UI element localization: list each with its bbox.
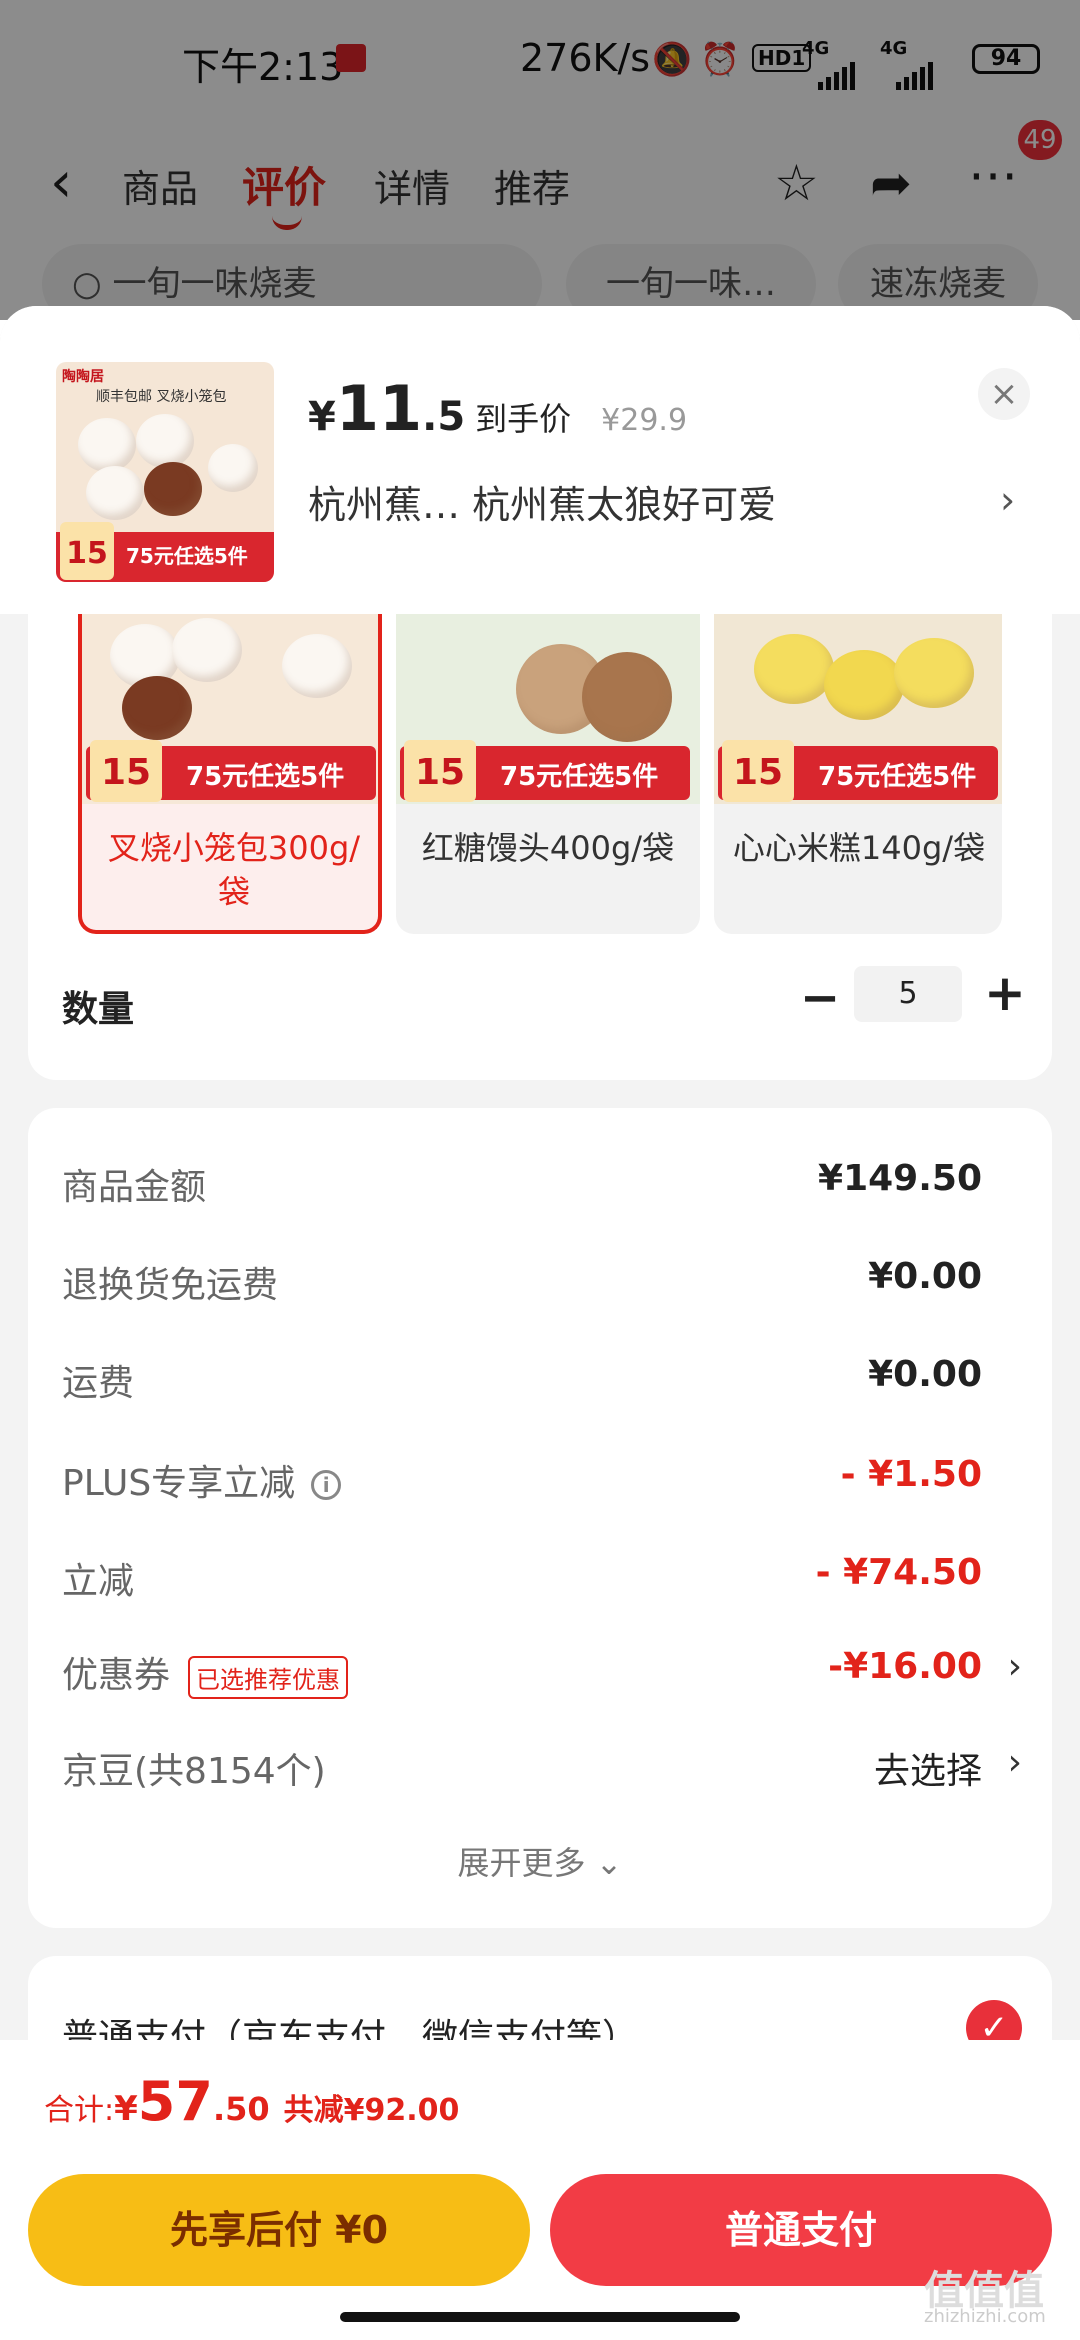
total-decimal: .50 bbox=[212, 2090, 270, 2128]
chevron-right-icon: › bbox=[1007, 1742, 1022, 1783]
expand-more-button[interactable]: 展开更多 ⌄ bbox=[28, 1838, 1052, 1884]
summary-value: - ¥74.50 bbox=[815, 1552, 982, 1593]
total-integer: 57 bbox=[137, 2070, 213, 2133]
total-saved: 共减¥92.00 bbox=[283, 2093, 460, 2128]
summary-key: 商品金额 bbox=[62, 1167, 207, 1208]
sku-promo-2: 75元任选5件 bbox=[500, 762, 659, 792]
price-integer: 11 bbox=[335, 372, 423, 445]
sku-price-number-2: 15 bbox=[404, 740, 476, 802]
summary-row-instant-discount: 立减 - ¥74.50 bbox=[62, 1552, 1022, 1612]
modal-overlay[interactable] bbox=[0, 0, 1080, 320]
quantity-plus-button[interactable]: + bbox=[984, 964, 1026, 1022]
coupon-tag: 已选推荐优惠 bbox=[188, 1655, 349, 1699]
summary-row-shipping: 运费 ¥0.00 bbox=[62, 1354, 1022, 1414]
summary-row-plus-discount: PLUS专享立减 i - ¥1.50 bbox=[62, 1454, 1022, 1514]
summary-value: 去选择 bbox=[873, 1751, 982, 1792]
summary-value: -¥16.00 bbox=[828, 1646, 982, 1687]
price-currency: ¥ bbox=[308, 394, 336, 440]
sku-option-1[interactable]: 15 75元任选5件 叉烧小笼包300g/袋 bbox=[78, 614, 382, 934]
sku-promo-3: 75元任选5件 bbox=[818, 762, 977, 792]
thumb-promo: 75元任选5件 bbox=[126, 544, 248, 568]
sku-price-tag-2: 15 75元任选5件 bbox=[400, 740, 690, 802]
close-icon[interactable]: × bbox=[978, 368, 1030, 420]
info-icon[interactable]: i bbox=[311, 1470, 342, 1500]
summary-key: 京豆(共8154个) bbox=[62, 1751, 326, 1792]
sku-price-number-3: 15 bbox=[722, 740, 794, 802]
chevron-right-icon[interactable]: › bbox=[1000, 478, 1015, 522]
summary-key: 优惠券 已选推荐优惠 bbox=[62, 1646, 349, 1699]
sku-price-tag-3: 15 75元任选5件 bbox=[718, 740, 998, 802]
sku-card: 15 75元任选5件 叉烧小笼包300g/袋 15 75元任选5件 红糖馒头400g… bbox=[28, 614, 1052, 1080]
summary-row-return-shipping: 退换货免运费 ¥0.00 bbox=[62, 1256, 1022, 1316]
summary-row-jingdou[interactable]: 京豆(共8154个) 去选择 › bbox=[62, 1742, 1022, 1802]
summary-value: ¥0.00 bbox=[868, 1256, 982, 1297]
product-thumbnail: 陶陶居 顺丰包邮 叉烧小笼包 15 75元任选5件 bbox=[56, 362, 274, 582]
summary-key: 立减 bbox=[62, 1561, 135, 1602]
summary-row-subtotal: 商品金额 ¥149.50 bbox=[62, 1158, 1022, 1218]
sku-option-2[interactable]: 15 75元任选5件 红糖馒头400g/袋 bbox=[396, 614, 700, 934]
order-total: 合计:¥57.50 共减¥92.00 bbox=[44, 2070, 459, 2133]
thumb-price-tag: 15 75元任选5件 bbox=[56, 522, 274, 582]
thumb-price-number: 15 bbox=[60, 522, 114, 580]
watermark-url: zhizhizhi.com bbox=[924, 2306, 1046, 2327]
sku-label-1: 叉烧小笼包300g/袋 bbox=[107, 829, 361, 911]
home-indicator[interactable] bbox=[340, 2312, 740, 2322]
summary-key: PLUS专享立减 i bbox=[62, 1454, 342, 1506]
sku-price-tag-1: 15 75元任选5件 bbox=[86, 740, 376, 802]
sku-promo-1: 75元任选5件 bbox=[186, 762, 345, 792]
quantity-input[interactable]: 5 bbox=[854, 966, 962, 1022]
product-price: ¥11.5 到手价 ¥29.9 bbox=[308, 372, 687, 445]
plus-discount-label: PLUS专享立减 bbox=[62, 1463, 296, 1504]
price-label: 到手价 bbox=[475, 400, 572, 438]
sheet-header: 陶陶居 顺丰包邮 叉烧小笼包 15 75元任选5件 ¥11.5 到手价 ¥29.9 … bbox=[0, 306, 1080, 614]
summary-key: 退换货免运费 bbox=[62, 1265, 279, 1306]
summary-value: ¥0.00 bbox=[868, 1354, 982, 1395]
purchase-sheet: 陶陶居 顺丰包邮 叉烧小笼包 15 75元任选5件 ¥11.5 到手价 ¥29.9 … bbox=[0, 306, 1080, 2046]
thumb-brand: 陶陶居 bbox=[62, 369, 104, 385]
sku-label-3: 心心米糕140g/袋 bbox=[732, 829, 986, 867]
summary-key: 运费 bbox=[62, 1363, 135, 1404]
sku-label-2: 红糖馒头400g/袋 bbox=[421, 829, 675, 867]
original-price: ¥29.9 bbox=[601, 403, 688, 438]
total-currency: ¥ bbox=[114, 2089, 138, 2129]
summary-row-coupon[interactable]: 优惠券 已选推荐优惠 -¥16.00 › bbox=[62, 1646, 1022, 1706]
coupon-label: 优惠券 bbox=[62, 1655, 171, 1696]
sku-option-3[interactable]: 15 75元任选5件 心心米糕140g/袋 bbox=[714, 614, 1002, 934]
pay-later-button[interactable]: 先享后付 ¥0 bbox=[28, 2174, 530, 2286]
chevron-right-icon: › bbox=[1007, 1646, 1022, 1687]
product-name[interactable]: 杭州蕉… 杭州蕉太狼好可爱 bbox=[308, 474, 776, 529]
payment-method-card[interactable]: 普通支付（京东支付、微信支付等） ✓ bbox=[28, 1956, 1052, 2046]
quantity-label: 数量 bbox=[62, 989, 135, 1030]
quantity-minus-button[interactable]: − bbox=[800, 970, 840, 1026]
checkout-bar: 合计:¥57.50 共减¥92.00 先享后付 ¥0 普通支付 bbox=[0, 2040, 1080, 2340]
sku-price-number-1: 15 bbox=[90, 740, 162, 802]
total-label: 合计: bbox=[44, 2093, 115, 2128]
summary-value: - ¥1.50 bbox=[840, 1454, 982, 1495]
price-decimal: .5 bbox=[422, 394, 466, 440]
summary-value: ¥149.50 bbox=[818, 1158, 982, 1199]
price-summary-card: 商品金额 ¥149.50 退换货免运费 ¥0.00 运费 ¥0.00 PLUS专… bbox=[28, 1108, 1052, 1928]
thumb-title: 顺丰包邮 叉烧小笼包 bbox=[96, 389, 227, 405]
